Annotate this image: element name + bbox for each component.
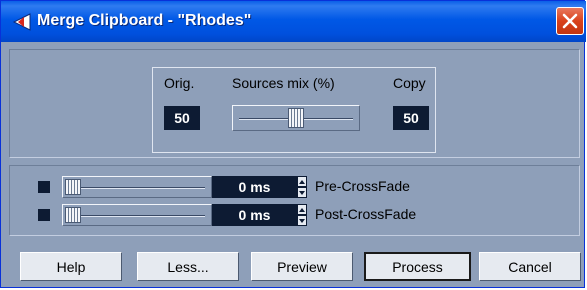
post-crossfade-spinner[interactable] — [297, 204, 307, 226]
close-button[interactable] — [556, 7, 584, 35]
copy-value: 50 — [393, 106, 429, 130]
pre-crossfade-checkbox[interactable] — [38, 181, 50, 193]
slider-track — [69, 215, 205, 216]
orig-value: 50 — [164, 106, 200, 130]
sources-mix-label: Sources mix (%) — [232, 75, 335, 91]
sources-mix-slider[interactable] — [232, 105, 360, 131]
app-icon — [12, 13, 31, 31]
slider-thumb[interactable] — [65, 179, 81, 195]
orig-label: Orig. — [164, 75, 195, 91]
pre-crossfade-spinner[interactable] — [297, 176, 307, 198]
post-crossfade-value[interactable]: 0 ms — [212, 204, 297, 226]
spin-up-icon[interactable] — [298, 205, 306, 214]
pre-crossfade-value[interactable]: 0 ms — [212, 176, 297, 198]
slider-track — [69, 187, 205, 188]
pre-crossfade-slider[interactable] — [62, 176, 212, 198]
slider-thumb[interactable] — [65, 207, 81, 223]
window-title: Merge Clipboard - "Rhodes" — [37, 12, 252, 29]
merge-clipboard-dialog: Merge Clipboard - "Rhodes" Orig. Sources… — [0, 0, 586, 288]
copy-label: Copy — [393, 75, 426, 91]
pre-crossfade-label: Pre-CrossFade — [315, 178, 410, 194]
spin-down-icon[interactable] — [298, 188, 306, 197]
spin-down-icon[interactable] — [298, 216, 306, 225]
preview-button[interactable]: Preview — [251, 252, 353, 281]
title-bar[interactable]: Merge Clipboard - "Rhodes" — [1, 1, 586, 42]
post-crossfade-checkbox[interactable] — [38, 209, 50, 221]
cancel-button[interactable]: Cancel — [479, 252, 581, 281]
process-button[interactable]: Process — [364, 252, 471, 281]
help-button[interactable]: Help — [20, 252, 122, 281]
close-icon — [562, 13, 578, 29]
less-button[interactable]: Less... — [137, 252, 239, 281]
post-crossfade-label: Post-CrossFade — [315, 206, 417, 222]
post-crossfade-slider[interactable] — [62, 204, 212, 226]
spin-up-icon[interactable] — [298, 177, 306, 186]
slider-thumb[interactable] — [288, 108, 304, 128]
